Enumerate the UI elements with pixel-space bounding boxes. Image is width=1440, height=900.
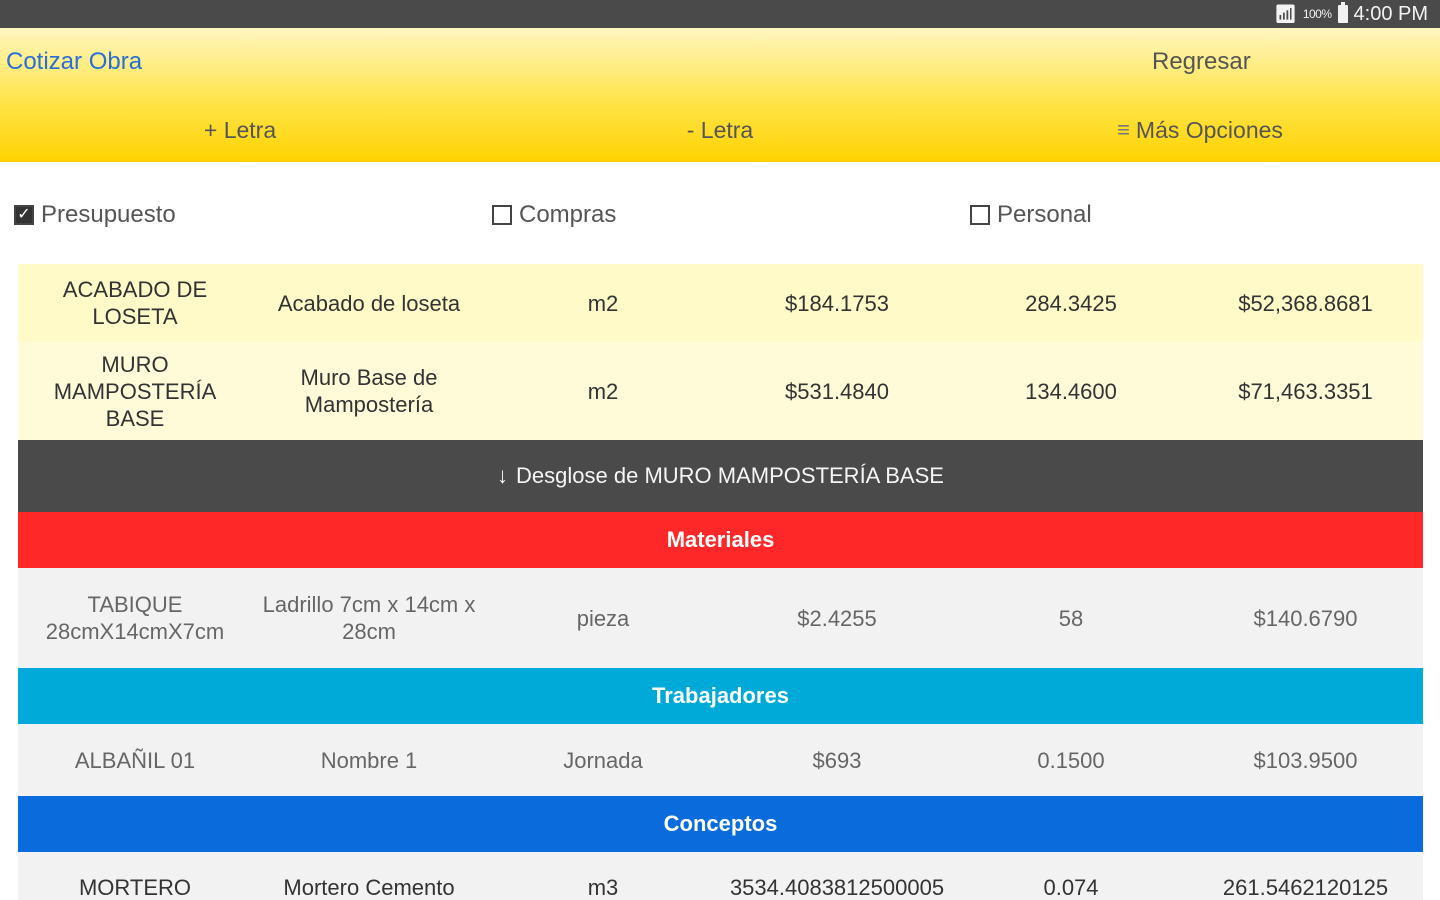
cell-code: ACABADO DE LOSETA [62, 277, 208, 329]
cell-total: $140.6790 [1253, 605, 1358, 631]
cell-total: $103.9500 [1253, 747, 1358, 773]
cell-price: $693 [812, 747, 862, 773]
toolbar: + Letra - Letra ≡ Más Opciones [0, 112, 1440, 148]
cell-qty: 0.1500 [1037, 747, 1105, 773]
cell-total: $71,463.3351 [1238, 378, 1373, 404]
arrow-down-icon: ↓ [497, 463, 509, 488]
cell-unit: Jornada [563, 747, 643, 773]
status-time: 4:00 PM [1353, 2, 1428, 25]
cell-qty: 0.074 [1043, 875, 1099, 900]
filter-checkboxes: ✓ Presupuesto Compras Personal [0, 195, 1440, 235]
checkbox-unchecked-icon[interactable] [970, 205, 990, 225]
cell-code: MORTERO CEMENTO [78, 875, 192, 900]
checkbox-personal[interactable]: Personal [956, 195, 1434, 235]
table-row[interactable]: MORTERO CEMENTO Mortero Cemento m3 3534.… [18, 852, 1423, 900]
checkbox-label: Presupuesto [41, 201, 176, 228]
cell-price: $2.4255 [797, 605, 877, 631]
section-header-trabajadores: Trabajadores [18, 668, 1423, 724]
decrease-font-button[interactable]: - Letra [480, 112, 960, 148]
status-bar: 📶︎ 100% 4:00 PM [0, 0, 1440, 28]
cell-qty: 58 [1058, 605, 1084, 631]
cell-name: Ladrillo 7cm x 14cm x 28cm [262, 592, 476, 644]
back-button[interactable]: Regresar [1152, 48, 1251, 76]
cell-qty: 284.3425 [1025, 290, 1117, 316]
cell-unit: m3 [587, 875, 619, 900]
cell-total: $52,368.8681 [1238, 290, 1373, 316]
table-row[interactable]: MURO MAMPOSTERÍA BASE Muro Base de Mampo… [18, 342, 1423, 440]
menu-icon: ≡ [1117, 117, 1130, 142]
cell-price: $531.4840 [785, 378, 889, 404]
cell-name: Nombre 1 [320, 747, 418, 773]
cell-total: 261.5462120125 [1222, 875, 1389, 900]
cell-code: ALBAÑIL 01 [74, 747, 196, 773]
cell-name: Muro Base de Mampostería [300, 365, 438, 417]
cell-unit: m2 [587, 378, 619, 404]
section-header-materiales: Materiales [18, 512, 1423, 568]
cell-unit: m2 [587, 290, 619, 316]
battery-icon [1337, 2, 1348, 23]
cell-name: Mortero Cemento [283, 875, 455, 900]
table-row[interactable]: ACABADO DE LOSETA Acabado de loseta m2 $… [18, 264, 1423, 342]
cell-qty: 134.4600 [1025, 378, 1117, 404]
more-options-button[interactable]: ≡ Más Opciones [960, 112, 1440, 148]
wifi-icon: 📶︎ [1273, 3, 1297, 24]
section-header-conceptos: Conceptos [18, 796, 1423, 852]
checkbox-checked-icon[interactable]: ✓ [14, 205, 34, 225]
cell-code: TABIQUE 28cmX14cmX7cm [45, 592, 225, 644]
breakdown-title: Desglose de MURO MAMPOSTERÍA BASE [516, 463, 944, 488]
increase-font-button[interactable]: + Letra [0, 112, 480, 148]
cell-price: $184.1753 [785, 290, 889, 316]
cell-name: Acabado de loseta [277, 290, 461, 316]
checkbox-label: Compras [519, 201, 617, 228]
checkbox-label: Personal [997, 201, 1092, 228]
more-options-label: Más Opciones [1135, 116, 1283, 143]
table-row[interactable]: ALBAÑIL 01 Nombre 1 Jornada $693 0.1500 … [18, 724, 1423, 796]
checkbox-compras[interactable]: Compras [478, 195, 956, 235]
table-row[interactable]: TABIQUE 28cmX14cmX7cm Ladrillo 7cm x 14c… [18, 568, 1423, 668]
breakdown-header[interactable]: ↓ Desglose de MURO MAMPOSTERÍA BASE [18, 440, 1423, 512]
checkbox-presupuesto[interactable]: ✓ Presupuesto [0, 195, 478, 235]
battery-percent: 100% [1302, 7, 1332, 21]
budget-table: ACABADO DE LOSETA Acabado de loseta m2 $… [18, 264, 1423, 900]
cell-unit: pieza [576, 605, 630, 631]
cell-code: MURO MAMPOSTERÍA BASE [53, 351, 217, 431]
app-header: Cotizar Obra Regresar + Letra - Letra ≡ … [0, 28, 1440, 162]
cell-price: 3534.4083812500005 [729, 875, 945, 900]
checkbox-unchecked-icon[interactable] [492, 205, 512, 225]
page-title: Cotizar Obra [6, 48, 143, 75]
